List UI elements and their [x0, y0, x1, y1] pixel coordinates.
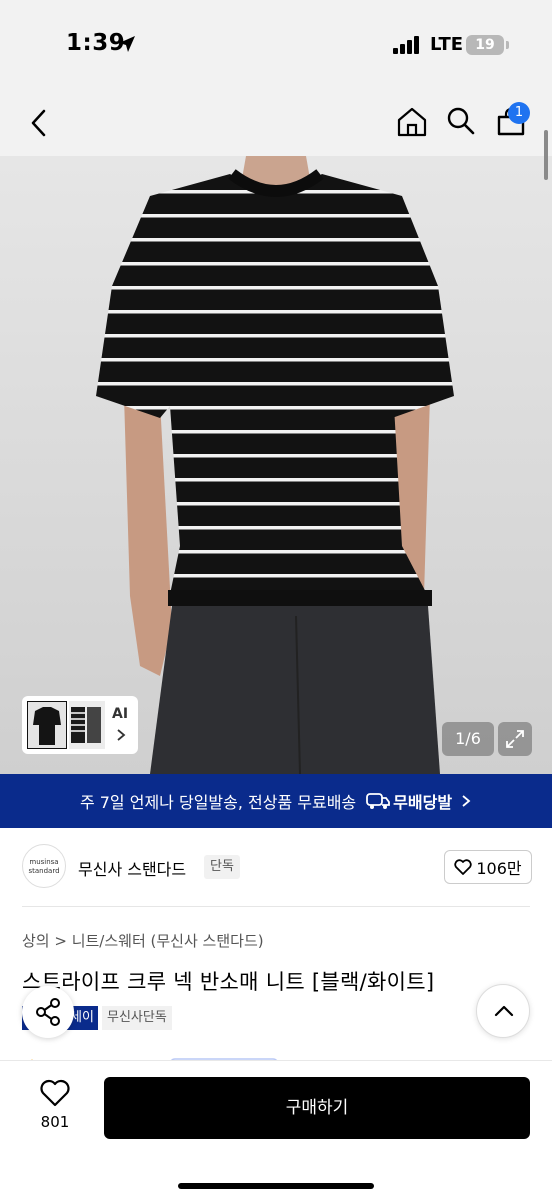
banner-logo-text: 무배당발 — [393, 793, 453, 812]
wishlist-button[interactable]: 801 — [22, 1079, 88, 1139]
expand-button[interactable] — [498, 722, 532, 756]
delivery-truck-icon — [366, 793, 391, 809]
brand-like-button[interactable]: 106만 — [444, 850, 532, 884]
brand-row[interactable]: musinsa standard 무신사 스탠다드 단독 106만 — [22, 844, 532, 890]
buy-button[interactable]: 구매하기 — [104, 1077, 530, 1139]
home-icon[interactable] — [396, 106, 428, 138]
chevron-right-icon — [462, 795, 471, 807]
cart-badge-count: 1 — [514, 105, 524, 120]
product-photo — [0, 156, 552, 774]
brand-like-count: 106만 — [476, 859, 522, 878]
share-button[interactable] — [22, 986, 74, 1038]
home-indicator — [178, 1183, 374, 1189]
scroll-top-button[interactable] — [476, 984, 530, 1038]
battery-cap — [506, 41, 509, 49]
thumbnail-2[interactable] — [69, 701, 105, 749]
battery-level: 19 — [475, 37, 495, 53]
thumbnail-1[interactable] — [27, 701, 67, 749]
back-arrow-icon[interactable] — [28, 108, 50, 138]
image-page-counter-text: 1/6 — [455, 729, 481, 748]
chevron-right-icon — [117, 729, 126, 741]
breadcrumb[interactable]: 상의 > 니트/스웨터 (무신사 스탠다드) — [22, 930, 264, 951]
product-image[interactable]: AI 1/6 — [0, 156, 552, 774]
battery-icon: 19 — [466, 35, 504, 55]
brand-name[interactable]: 무신사 스탠다드 — [78, 856, 186, 880]
chevron-up-icon — [494, 1005, 514, 1017]
location-arrow-icon — [119, 36, 135, 52]
heart-icon — [40, 1079, 70, 1107]
brand-logo[interactable]: musinsa standard — [22, 844, 66, 888]
expand-icon — [506, 730, 524, 748]
network-type: LTE — [430, 34, 464, 55]
status-time: 1:39 — [66, 30, 126, 56]
nav-bar: 1 — [0, 90, 552, 156]
thumbnail-strip[interactable]: AI — [22, 696, 138, 754]
brand-logo-text: musinsa standard — [28, 858, 60, 875]
scrollbar[interactable] — [544, 130, 548, 180]
exclusive-badge: 무신사단독 — [102, 1006, 172, 1030]
product-title: 스트라이프 크루 넥 반소매 니트 [블랙/화이트] — [22, 970, 435, 994]
exclusive-tag: 단독 — [204, 855, 240, 879]
bottom-bar: 801 구매하기 — [0, 1060, 552, 1200]
shipping-banner[interactable]: 주 7일 언제나 당일발송, 전상품 무료배송 무배당발 — [0, 774, 552, 828]
wishlist-count: 801 — [40, 1113, 70, 1131]
ai-label: AI — [112, 706, 129, 722]
signal-icon — [393, 36, 419, 54]
heart-icon — [454, 859, 473, 875]
shipping-banner-text: 주 7일 언제나 당일발송, 전상품 무료배송 — [79, 793, 357, 812]
image-page-counter: 1/6 — [442, 722, 494, 756]
search-icon[interactable] — [446, 106, 476, 136]
status-bar: 1:39 LTE 19 — [0, 0, 552, 90]
divider — [22, 906, 530, 907]
cart-badge: 1 — [508, 102, 530, 124]
share-icon — [36, 998, 60, 1026]
banner-logo: 무배당발 — [366, 789, 452, 813]
